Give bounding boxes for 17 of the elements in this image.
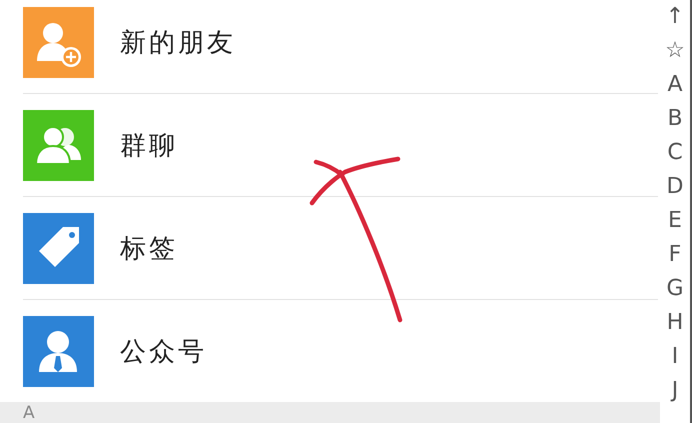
index-letter[interactable]: B [667,102,683,136]
index-letter[interactable]: G [666,272,684,306]
index-letter[interactable]: C [667,136,683,170]
contact-entry[interactable]: 新的朋友 [23,0,658,94]
index-letter[interactable]: ↑ [666,0,684,34]
index-letter[interactable]: A [667,68,683,102]
index-letter[interactable]: F [668,238,682,272]
index-letter[interactable]: D [666,170,684,204]
contact-entry[interactable]: 群聊 [23,94,658,197]
index-letter[interactable]: ☆ [665,34,685,68]
index-letter[interactable]: H [666,306,684,340]
contact-entry[interactable]: 标签 [23,197,658,300]
index-letter[interactable]: E [668,204,682,238]
section-header: A [23,403,35,423]
index-letter[interactable]: I [672,340,678,374]
index-letter[interactable]: J [672,374,678,408]
contact-entry[interactable]: 公众号 [23,300,658,402]
